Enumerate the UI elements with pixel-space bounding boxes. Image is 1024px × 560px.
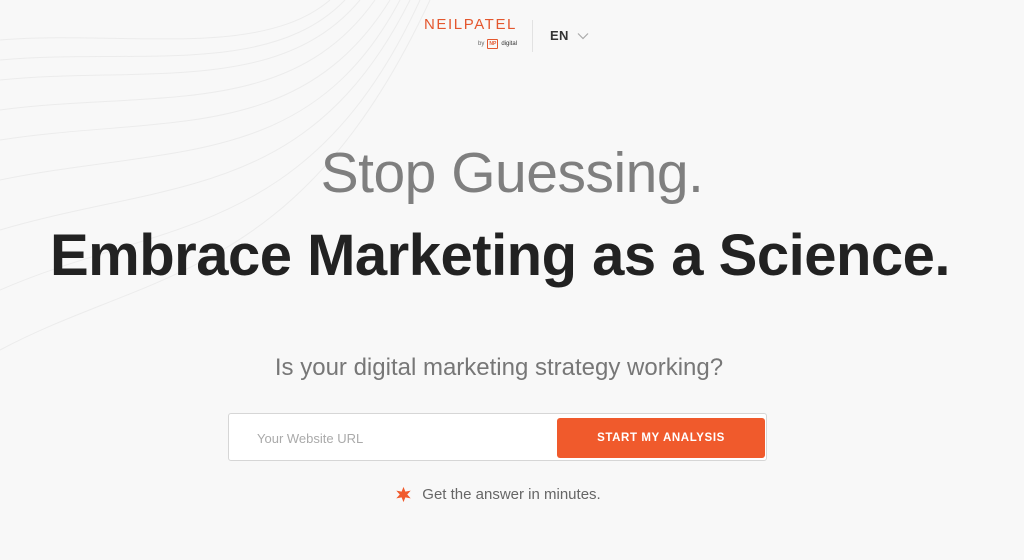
brand-by: by <box>478 40 485 47</box>
language-code: EN <box>550 28 569 43</box>
hero-headline-secondary: Embrace Marketing as a Science. <box>49 223 951 288</box>
np-logo-mark: NP <box>487 38 499 49</box>
analysis-form: START MY ANALYSIS <box>228 413 767 461</box>
language-selector[interactable]: EN <box>550 28 589 43</box>
site-header: NEILPATEL by NP digital EN <box>0 0 1024 70</box>
brand-company: digital <box>501 40 517 47</box>
answer-note-text: Get the answer in minutes. <box>422 486 601 503</box>
brand-logo[interactable]: NEILPATEL by NP digital <box>411 16 517 54</box>
start-analysis-button[interactable]: START MY ANALYSIS <box>557 418 765 458</box>
website-url-input[interactable] <box>241 424 557 452</box>
answer-note: Get the answer in minutes. <box>0 486 996 503</box>
star-icon <box>396 486 412 503</box>
hero-headline-primary: Stop Guessing. <box>320 141 704 205</box>
hero-question: Is your digital marketing strategy worki… <box>274 354 724 381</box>
brand-wordmark: NEILPATEL <box>423 16 517 33</box>
chevron-down-icon <box>577 32 589 39</box>
brand-subline: by NP digital <box>478 38 517 49</box>
header-divider <box>532 20 533 52</box>
